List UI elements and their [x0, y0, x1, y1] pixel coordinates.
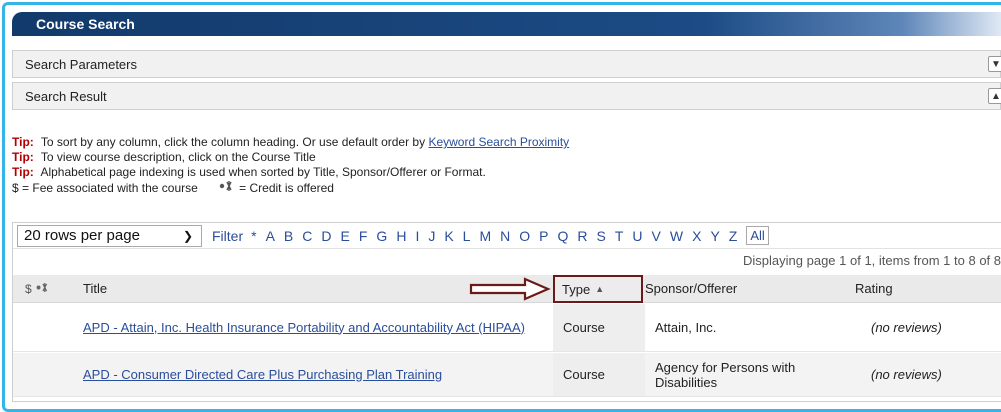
rows-per-page-select[interactable]: 20 rows per page ❯	[17, 224, 202, 247]
tip-text: To view course description, click on the…	[40, 150, 316, 164]
letter-filter-a[interactable]: A	[266, 228, 275, 244]
credit-icon	[36, 282, 48, 292]
pager-row: 20 rows per page ❯ Filter * A B C D E F G H I J K L M…	[13, 223, 1001, 249]
panel-title-bar: Course Search	[12, 12, 1001, 36]
fee-icon: $	[12, 181, 19, 195]
letter-filter-u[interactable]: U	[632, 228, 642, 244]
letter-filter-c[interactable]: C	[302, 228, 312, 244]
course-type-cell: Course	[553, 353, 645, 396]
fee-legend-text: = Fee associated with the course	[22, 181, 198, 195]
tip-label: Tip:	[12, 135, 34, 149]
search-parameters-header[interactable]: Search Parameters ▼	[12, 50, 1001, 78]
letter-filter-o[interactable]: O	[519, 228, 530, 244]
tip-line-2: Tip: To view course description, click o…	[12, 150, 569, 165]
search-result-header[interactable]: Search Result ▲	[12, 82, 1001, 110]
letter-filter-b[interactable]: B	[284, 228, 293, 244]
fee-icon: $	[25, 281, 32, 296]
letter-filter-e[interactable]: E	[341, 228, 350, 244]
letter-filter-p[interactable]: P	[539, 228, 548, 244]
letter-filter-i[interactable]: I	[415, 228, 419, 244]
legend-line: $ = Fee associated with the course = Cre…	[12, 180, 569, 196]
letter-filter-y[interactable]: Y	[710, 228, 719, 244]
tips-block: Tip: To sort by any column, click the co…	[12, 135, 569, 196]
keyword-search-proximity-link[interactable]: Keyword Search Proximity	[428, 135, 569, 149]
type-column-header[interactable]: Type ▲	[553, 275, 643, 303]
table-row: APD - Attain, Inc. Health Insurance Port…	[13, 304, 1001, 352]
tip-line-1: Tip: To sort by any column, click the co…	[12, 135, 569, 150]
fee-credit-column-header[interactable]: $	[13, 282, 83, 296]
letter-filter-g[interactable]: G	[376, 228, 387, 244]
table-header: $ Title Sponsor/Offerer Rating Type ▲	[13, 275, 1001, 303]
sponsor-column-header[interactable]: Sponsor/Offerer	[645, 281, 855, 296]
filter-all-button[interactable]: All	[746, 226, 769, 245]
tip-line-3: Tip: Alphabetical page indexing is used …	[12, 165, 569, 180]
letter-filter-n[interactable]: N	[500, 228, 510, 244]
letter-filter-z[interactable]: Z	[729, 228, 738, 244]
course-title-cell: APD - Consumer Directed Care Plus Purcha…	[83, 367, 553, 383]
credit-legend-text: = Credit is offered	[239, 181, 334, 195]
letter-filter-h[interactable]: H	[396, 228, 406, 244]
results-panel: 20 rows per page ❯ Filter * A B C D E F G H I J K L M…	[12, 222, 1001, 402]
tip-text: Alphabetical page indexing is used when …	[40, 165, 486, 179]
type-column-label: Type	[562, 281, 591, 297]
expand-chevron-icon[interactable]: ▼	[988, 56, 1001, 72]
rows-per-page-value: 20 rows per page	[24, 227, 140, 244]
course-title-link[interactable]: APD - Consumer Directed Care Plus Purcha…	[83, 367, 442, 382]
rating-cell: (no reviews)	[871, 320, 942, 335]
letter-filter-k[interactable]: K	[444, 228, 453, 244]
sponsor-cell: Attain, Inc.	[655, 320, 717, 335]
tip-label: Tip:	[12, 165, 34, 179]
panel-title: Course Search	[36, 16, 135, 32]
letter-filter-x[interactable]: X	[692, 228, 701, 244]
letter-filter-q[interactable]: Q	[558, 228, 569, 244]
tip-text: To sort by any column, click the column …	[40, 135, 426, 149]
letter-filter-star[interactable]: *	[251, 228, 256, 244]
credit-icon	[219, 181, 232, 191]
rating-cell: (no reviews)	[871, 367, 942, 382]
letter-filter-t[interactable]: T	[615, 228, 624, 244]
course-title-cell: APD - Attain, Inc. Health Insurance Port…	[83, 320, 553, 336]
course-type-cell: Course	[553, 304, 645, 351]
annotation-arrow-icon	[469, 277, 551, 301]
letter-index: * A B C D E F G H I J K L M N O P Q R S T U V W X Y Z	[251, 228, 746, 244]
search-result-label: Search Result	[25, 88, 107, 104]
table-row: APD - Consumer Directed Care Plus Purcha…	[13, 353, 1001, 397]
letter-filter-j[interactable]: J	[428, 228, 435, 244]
letter-filter-v[interactable]: V	[652, 228, 661, 244]
filter-label: Filter	[212, 227, 244, 244]
letter-filter-r[interactable]: R	[577, 228, 587, 244]
letter-filter-m[interactable]: M	[479, 228, 491, 244]
sponsor-cell: Agency for Persons with Disabilities	[655, 359, 796, 390]
letter-filter-d[interactable]: D	[321, 228, 331, 244]
letter-filter-l[interactable]: L	[463, 228, 471, 244]
letter-filter-s[interactable]: S	[597, 228, 606, 244]
search-parameters-label: Search Parameters	[25, 56, 137, 72]
letter-filter-f[interactable]: F	[359, 228, 368, 244]
collapse-chevron-icon[interactable]: ▲	[988, 88, 1001, 104]
rating-column-header[interactable]: Rating	[855, 281, 1001, 296]
display-info: Displaying page 1 of 1, items from 1 to …	[743, 253, 1001, 268]
chevron-down-icon: ❯	[182, 228, 193, 243]
sort-ascending-icon: ▲	[595, 284, 605, 294]
letter-filter-w[interactable]: W	[670, 228, 683, 244]
course-title-link[interactable]: APD - Attain, Inc. Health Insurance Port…	[83, 320, 525, 335]
tip-label: Tip:	[12, 150, 34, 164]
